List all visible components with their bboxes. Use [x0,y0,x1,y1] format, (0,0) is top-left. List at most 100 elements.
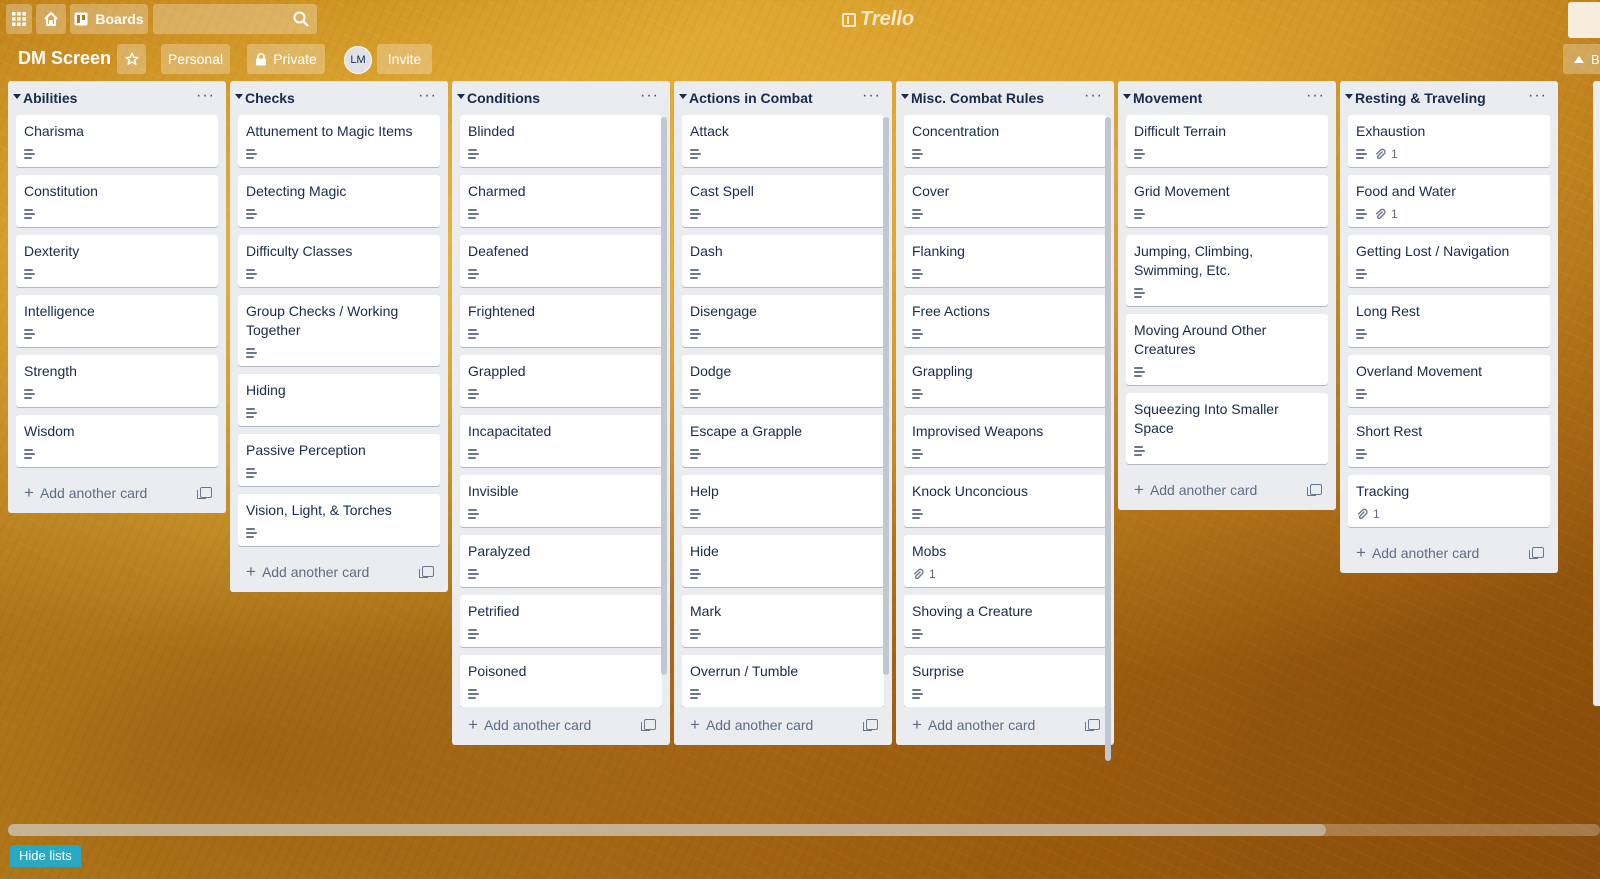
collapse-caret-icon[interactable] [1345,94,1353,99]
card[interactable]: Petrified [460,595,662,647]
create-from-template-icon[interactable] [419,566,434,578]
card[interactable]: Disengage [682,295,884,347]
card[interactable]: Hiding [238,374,440,426]
add-card-button[interactable]: + Add another card [246,563,369,580]
card[interactable]: Long Rest [1348,295,1550,347]
card[interactable]: Grid Movement [1126,175,1328,227]
card[interactable]: Grappled [460,355,662,407]
search-input[interactable] [153,4,317,34]
add-card-button[interactable]: + Add another card [690,716,813,733]
card[interactable]: Hide [682,535,884,587]
card[interactable]: Cast Spell [682,175,884,227]
list-header[interactable]: Resting & Traveling ··· [1340,81,1558,115]
list-title[interactable]: Abilities [23,90,77,106]
card[interactable]: Constitution [16,175,218,227]
card[interactable]: Group Checks / Working Together [238,295,440,366]
card[interactable]: Intelligence [16,295,218,347]
card[interactable]: Squeezing Into Smaller Space [1126,393,1328,464]
board-title[interactable]: DM Screen [18,48,111,69]
card[interactable]: Difficulty Classes [238,235,440,287]
card[interactable]: Blinded [460,115,662,167]
hide-lists-button[interactable]: Hide lists [10,845,81,867]
user-menu-edge[interactable] [1568,2,1600,38]
more-options-icon[interactable]: ··· [1084,87,1103,105]
boards-button[interactable]: Boards [70,4,148,34]
card[interactable]: Frightened [460,295,662,347]
list-scrollbar[interactable] [661,117,667,675]
list-header[interactable]: Movement ··· [1118,81,1336,115]
team-button[interactable]: Personal [161,44,230,74]
card[interactable]: Flanking [904,235,1106,287]
card[interactable]: Charisma [16,115,218,167]
collapse-caret-icon[interactable] [457,94,465,99]
list-header[interactable]: Conditions ··· [452,81,670,115]
list-title[interactable]: Misc. Combat Rules [911,90,1044,106]
star-button[interactable] [117,44,146,74]
card[interactable]: Dodge [682,355,884,407]
more-options-icon[interactable]: ··· [862,87,881,105]
more-options-icon[interactable]: ··· [1528,87,1547,105]
collapse-caret-icon[interactable] [679,94,687,99]
collapse-caret-icon[interactable] [901,94,909,99]
invite-button[interactable]: Invite [377,44,432,74]
collapse-caret-icon[interactable] [13,94,21,99]
search-icon[interactable] [293,11,309,27]
more-options-icon[interactable]: ··· [640,87,659,105]
card[interactable]: Dash [682,235,884,287]
card[interactable]: Overland Movement [1348,355,1550,407]
list-scrollbar[interactable] [1105,117,1111,761]
create-from-template-icon[interactable] [1307,484,1322,496]
card[interactable]: Poisoned [460,655,662,707]
list-header[interactable]: Misc. Combat Rules ··· [896,81,1114,115]
add-card-button[interactable]: + Add another card [1356,544,1479,561]
add-card-button[interactable]: + Add another card [24,484,147,501]
card[interactable]: Vision, Light, & Torches [238,494,440,546]
card[interactable]: Mobs 1 [904,535,1106,587]
card[interactable]: Incapacitated [460,415,662,467]
create-from-template-icon[interactable] [1529,547,1544,559]
add-card-button[interactable]: + Add another card [1134,481,1257,498]
card[interactable]: Cover [904,175,1106,227]
board-horizontal-scrollbar[interactable] [8,824,1600,836]
list-header[interactable]: Abilities ··· [8,81,226,115]
member-avatar[interactable]: LM [344,46,372,74]
card[interactable]: Charmed [460,175,662,227]
card[interactable]: Passive Perception [238,434,440,486]
visibility-button[interactable]: Private [247,44,325,74]
add-card-button[interactable]: + Add another card [912,716,1035,733]
create-from-template-icon[interactable] [1085,719,1100,731]
card[interactable]: Exhaustion 1 [1348,115,1550,167]
scrollbar-thumb[interactable] [8,824,1326,836]
card[interactable]: Concentration [904,115,1106,167]
card[interactable]: Dexterity [16,235,218,287]
card[interactable]: Escape a Grapple [682,415,884,467]
card[interactable]: Mark [682,595,884,647]
card[interactable]: Wisdom [16,415,218,467]
card[interactable]: Improvised Weapons [904,415,1106,467]
card[interactable]: Tracking 1 [1348,475,1550,527]
card[interactable]: Shoving a Creature [904,595,1106,647]
card[interactable]: Paralyzed [460,535,662,587]
card[interactable]: Surprise [904,655,1106,707]
card[interactable]: Strength [16,355,218,407]
card[interactable]: Invisible [460,475,662,527]
card[interactable]: Jumping, Climbing, Swimming, Etc. [1126,235,1328,306]
butler-button[interactable]: B [1563,44,1600,74]
list-title[interactable]: Actions in Combat [689,90,813,106]
card[interactable]: Moving Around Other Creatures [1126,314,1328,385]
list-title[interactable]: Checks [245,90,295,106]
home-icon[interactable] [36,4,66,34]
card[interactable]: Short Rest [1348,415,1550,467]
card[interactable]: Difficult Terrain [1126,115,1328,167]
create-from-template-icon[interactable] [863,719,878,731]
collapse-caret-icon[interactable] [235,94,243,99]
list-scrollbar[interactable] [883,117,889,675]
card[interactable]: Help [682,475,884,527]
more-options-icon[interactable]: ··· [196,87,215,105]
card[interactable]: Deafened [460,235,662,287]
list-title[interactable]: Movement [1133,90,1202,106]
trello-logo[interactable]: Trello [842,8,914,31]
collapse-caret-icon[interactable] [1123,94,1131,99]
card[interactable]: Food and Water 1 [1348,175,1550,227]
create-from-template-icon[interactable] [197,487,212,499]
